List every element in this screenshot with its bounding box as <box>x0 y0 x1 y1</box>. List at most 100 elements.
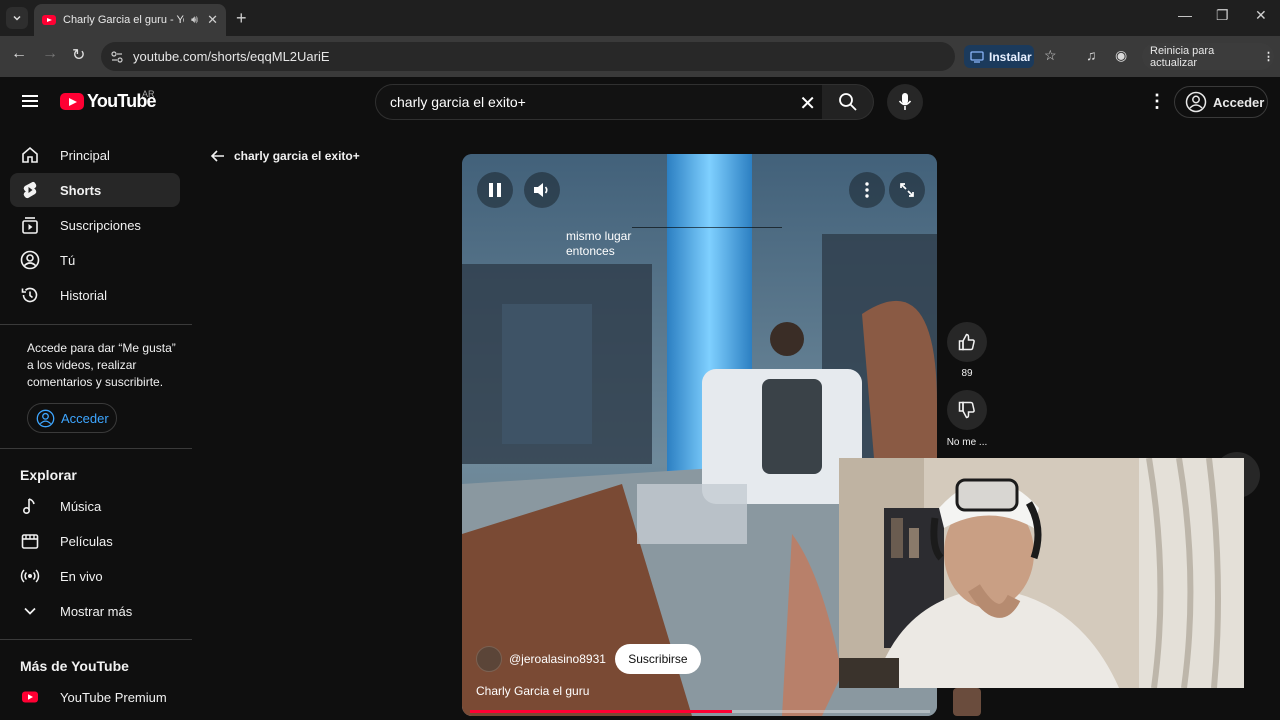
back-link-label: charly garcia el exito+ <box>234 149 360 163</box>
dislike-button[interactable] <box>947 390 987 430</box>
live-icon <box>20 566 40 586</box>
like-count: 89 <box>961 368 973 379</box>
sidebar-item-tu[interactable]: Tú <box>10 243 180 277</box>
account-icon <box>1185 91 1207 113</box>
chevron-down-icon <box>13 15 21 21</box>
clear-search-icon[interactable]: ✕ <box>799 91 816 116</box>
sidebar-item-youtube-premium[interactable]: YouTube Premium <box>10 680 180 714</box>
reload-icon[interactable]: ↻ <box>72 45 85 65</box>
back-arrow-icon <box>210 150 224 162</box>
player-more-button[interactable] <box>849 172 885 208</box>
expand-icon <box>900 183 914 197</box>
update-browser-button[interactable]: Reinicia para actualizar ⋮ <box>1142 43 1274 70</box>
sidebar-divider <box>0 324 192 325</box>
signin-button[interactable]: Acceder <box>1174 86 1268 118</box>
sidebar-item-peliculas[interactable]: Películas <box>10 524 180 558</box>
menu-icon[interactable] <box>22 95 38 107</box>
tab-list-button[interactable] <box>6 7 28 29</box>
sidebar-signin-button[interactable]: Acceder <box>27 403 117 433</box>
new-tab-icon[interactable]: + <box>236 8 247 29</box>
signin-label: Acceder <box>1213 94 1265 110</box>
back-arrow-icon[interactable]: ← <box>11 45 27 63</box>
minimize-icon[interactable]: — <box>1178 7 1192 23</box>
movies-icon <box>20 531 40 551</box>
sidebar-show-more[interactable]: Mostrar más <box>10 594 180 628</box>
sidebar-item-label: Historial <box>60 287 107 303</box>
search-button[interactable] <box>822 84 874 120</box>
signin-prompt: Accede para dar “Me gusta” a los videos,… <box>27 341 176 389</box>
tab-title: Charly Garcia el guru - YouTube <box>63 14 184 26</box>
creator-mini-avatar[interactable] <box>953 688 981 716</box>
sidebar-item-label: Shorts <box>60 182 102 198</box>
forward-arrow-icon[interactable]: → <box>42 45 58 63</box>
sidebar-item-label: Mostrar más <box>60 603 133 619</box>
chevron-down-icon <box>20 601 40 621</box>
search-query: charly garcia el exito+ <box>390 94 526 110</box>
install-app-button[interactable]: Instalar <box>964 45 1034 68</box>
update-label: Reinicia para actualizar <box>1150 44 1215 69</box>
site-settings-icon[interactable] <box>111 50 123 63</box>
media-control-icon[interactable]: ♫ <box>1086 47 1097 63</box>
sidebar-item-suscripciones[interactable]: Suscripciones <box>10 208 180 242</box>
settings-kebab-icon[interactable]: ⋮ <box>1148 91 1166 112</box>
bookmark-star-icon[interactable]: ☆ <box>1044 47 1057 64</box>
volume-icon <box>534 183 548 197</box>
youtube-header: YouTube AR charly garcia el exito+ ✕ ⋮ A… <box>0 77 1280 133</box>
channel-row: @jeroalasino8931 Suscribirse <box>476 644 701 674</box>
pause-icon <box>489 183 501 197</box>
like-button[interactable] <box>947 322 987 362</box>
sidebar-item-principal[interactable]: Principal <box>10 138 180 172</box>
url-text: youtube.com/shorts/eqqML2UariE <box>133 49 330 64</box>
webcam-overlay <box>839 458 1244 688</box>
account-icon <box>36 409 55 427</box>
search-icon <box>838 93 857 111</box>
youtube-premium-icon <box>20 687 40 707</box>
music-icon <box>20 496 40 516</box>
tab-close-icon[interactable]: ✕ <box>207 12 218 28</box>
video-progress-bar[interactable] <box>470 710 930 713</box>
url-bar[interactable]: youtube.com/shorts/eqqML2UariE <box>101 42 955 71</box>
back-to-search-link[interactable]: charly garcia el exito+ <box>210 148 360 164</box>
explore-section-title: Explorar <box>20 467 77 483</box>
sidebar-item-musica[interactable]: Música <box>10 489 180 523</box>
sidebar-item-label: En vivo <box>60 568 103 584</box>
shorts-icon <box>20 180 40 200</box>
sidebar-item-historial[interactable]: Historial <box>10 278 180 312</box>
sidebar-item-label: Principal <box>60 147 110 163</box>
microphone-icon <box>898 93 912 110</box>
profile-icon[interactable]: ◉ <box>1115 47 1127 64</box>
browser-tab[interactable]: Charly Garcia el guru - YouTube 🔊︎ ✕ <box>34 4 226 36</box>
caption-line: entonces <box>566 244 615 258</box>
caption-line: mismo lugar <box>566 229 632 243</box>
restore-icon[interactable]: ❐ <box>1216 7 1229 24</box>
install-icon <box>970 50 984 63</box>
video-progress-fill <box>470 710 733 713</box>
video-caption: mismo lugar entonces <box>566 229 631 259</box>
sidebar: Principal Shorts Suscripciones Tú Histor… <box>0 133 192 720</box>
sidebar-item-label: Películas <box>60 533 113 549</box>
caption-rule <box>632 227 782 228</box>
sidebar-item-label: Suscripciones <box>60 217 141 233</box>
sidebar-item-label: YouTube Premium <box>60 689 167 705</box>
sidebar-item-shorts[interactable]: Shorts <box>10 173 180 207</box>
youtube-logo[interactable]: YouTube AR <box>60 89 157 112</box>
fullscreen-button[interactable] <box>889 172 925 208</box>
voice-search-button[interactable] <box>887 84 923 120</box>
youtube-favicon-icon <box>42 15 56 25</box>
search-input[interactable]: charly garcia el exito+ ✕ <box>375 84 823 120</box>
speaker-icon[interactable]: 🔊︎ <box>191 14 198 27</box>
pause-button[interactable] <box>477 172 513 208</box>
install-label: Instalar <box>989 49 1032 64</box>
history-icon <box>20 285 40 305</box>
channel-avatar[interactable] <box>476 646 502 672</box>
thumbs-up-icon <box>958 333 975 351</box>
browser-menu-icon[interactable]: ⋮ <box>1263 50 1274 63</box>
video-title[interactable]: Charly Garcia el guru <box>476 684 589 698</box>
channel-name[interactable]: @jeroalasino8931 <box>509 652 606 666</box>
subscribe-button[interactable]: Suscribirse <box>614 644 701 674</box>
region-code: AR <box>142 89 155 99</box>
window-close-icon[interactable]: ✕ <box>1255 7 1267 24</box>
sidebar-item-en-vivo[interactable]: En vivo <box>10 559 180 593</box>
user-icon <box>20 250 40 270</box>
volume-button[interactable] <box>524 172 560 208</box>
